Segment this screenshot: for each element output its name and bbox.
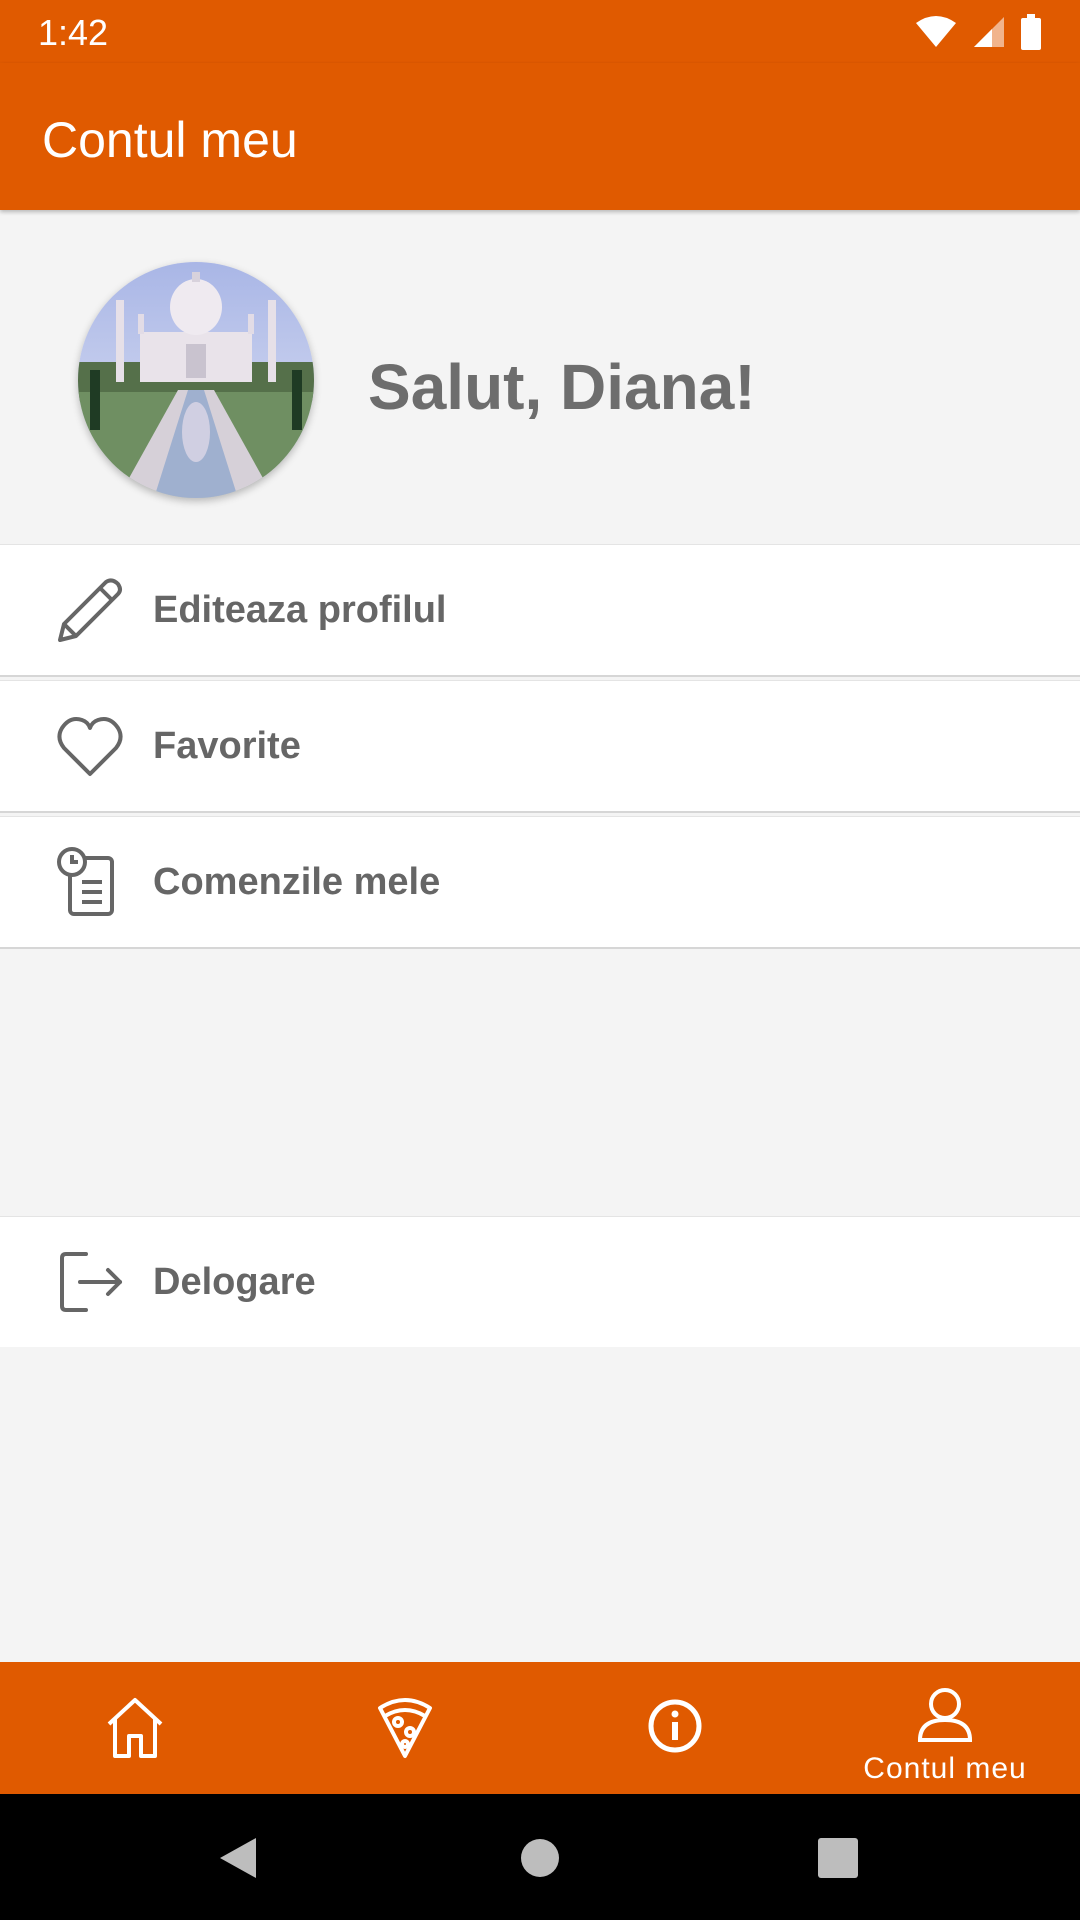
order-history-icon: [57, 847, 114, 916]
logout-icon: [60, 1252, 122, 1312]
status-bar: 1:42: [0, 0, 1080, 63]
menu-item-edit-profile[interactable]: Editeaza profilul: [0, 544, 1080, 677]
pizza-icon: [378, 1698, 432, 1758]
menu-item-label: Editeaza profilul: [153, 589, 447, 631]
recents-icon[interactable]: [818, 1838, 858, 1878]
nav-home[interactable]: [0, 1662, 270, 1794]
page-title: Contul meu: [42, 112, 298, 168]
nav-account-label: Contul meu: [863, 1752, 1027, 1785]
nav-info[interactable]: [540, 1662, 810, 1794]
menu-item-label: Comenzile mele: [153, 861, 441, 903]
menu-item-label: Favorite: [153, 725, 301, 767]
home-button-icon[interactable]: [520, 1838, 560, 1878]
menu-item-logout[interactable]: Delogare: [0, 1216, 1080, 1347]
status-icons: [914, 12, 1042, 52]
wifi-icon: [916, 16, 956, 47]
signal-icon: [974, 17, 1004, 47]
menu-item-orders[interactable]: Comenzile mele: [0, 816, 1080, 949]
back-icon[interactable]: [218, 1836, 258, 1880]
info-icon: [648, 1699, 702, 1753]
system-navigation-bar: [0, 1794, 1080, 1920]
nav-menu[interactable]: [270, 1662, 540, 1794]
battery-icon: [1021, 14, 1041, 50]
home-icon: [107, 1698, 163, 1758]
pencil-icon: [58, 578, 122, 642]
menu-item-label: Delogare: [153, 1261, 316, 1303]
profile-header: Salut, Diana!: [0, 210, 1080, 544]
app-bar: Contul meu: [0, 63, 1080, 210]
greeting-text: Salut, Diana!: [368, 351, 756, 423]
avatar-image: [78, 262, 314, 498]
heart-icon: [57, 717, 123, 776]
status-time: 1:42: [38, 12, 109, 53]
avatar[interactable]: [78, 262, 314, 498]
menu-item-favorites[interactable]: Favorite: [0, 680, 1080, 813]
user-icon: [917, 1688, 973, 1742]
nav-account[interactable]: Contul meu: [810, 1662, 1080, 1794]
bottom-navigation: Contul meu: [0, 1662, 1080, 1794]
